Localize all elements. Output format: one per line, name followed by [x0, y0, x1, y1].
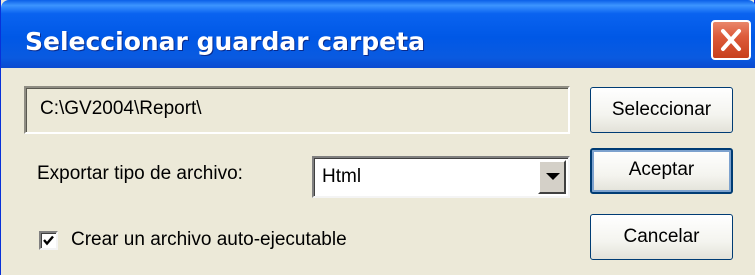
- select-folder-button[interactable]: Seleccionar: [590, 87, 733, 133]
- folder-path-field: C:\GV2004\Report\: [24, 86, 570, 134]
- checkmark-icon: [43, 235, 54, 246]
- dialog-window: Seleccionar guardar carpeta C:\GV2004\Re…: [0, 0, 755, 275]
- title-bar[interactable]: Seleccionar guardar carpeta: [1, 0, 755, 68]
- window-title: Seleccionar guardar carpeta: [25, 27, 425, 56]
- export-type-label: Exportar tipo de archivo:: [37, 163, 243, 184]
- cancel-button[interactable]: Cancelar: [590, 214, 733, 260]
- autoexec-label[interactable]: Crear un archivo auto-ejecutable: [71, 229, 347, 251]
- dialog-body: C:\GV2004\Report\ Seleccionar Exportar t…: [1, 68, 755, 275]
- close-icon: [721, 29, 741, 51]
- accept-button[interactable]: Aceptar: [590, 148, 733, 194]
- autoexec-checkbox[interactable]: [39, 231, 58, 250]
- export-type-value: Html: [322, 166, 362, 187]
- chevron-down-icon: [546, 173, 560, 180]
- close-button[interactable]: [711, 20, 751, 60]
- export-type-select[interactable]: Html: [312, 156, 570, 198]
- export-type-dropdown-button[interactable]: [538, 160, 566, 194]
